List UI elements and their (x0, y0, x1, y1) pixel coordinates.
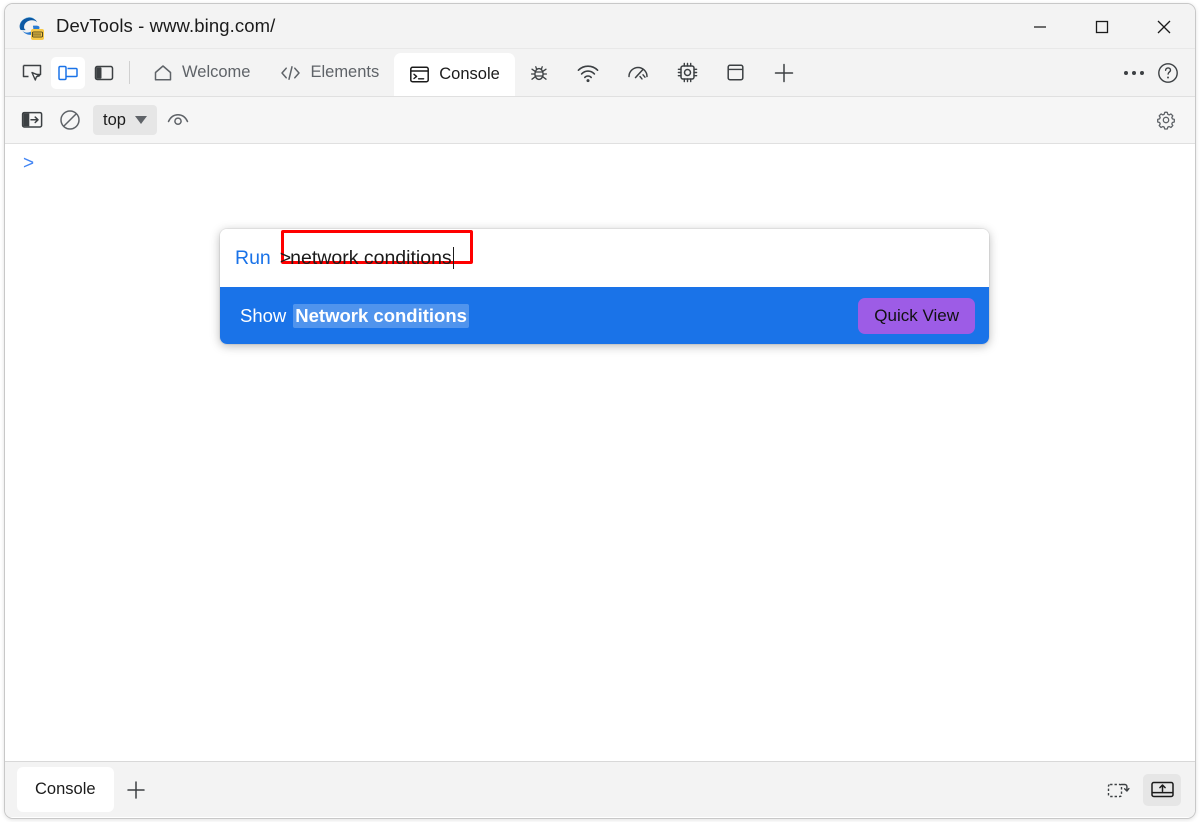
devtools-window-root: DevTools - www.bing.com/ Welcome Element… (0, 0, 1200, 822)
live-expression-button[interactable] (161, 104, 195, 136)
palette-run-label: Run (235, 246, 271, 269)
execution-context-select[interactable]: top (93, 105, 157, 135)
execution-context-value: top (103, 110, 126, 129)
console-prompt-chevron-icon: > (23, 153, 35, 174)
text-cursor (452, 247, 455, 269)
drawer-tab-console[interactable]: Console (17, 767, 114, 812)
palette-query-annotated[interactable]: network conditions (281, 229, 474, 270)
plus-icon (774, 63, 794, 82)
quick-view-button[interactable]: Quick View (858, 297, 975, 334)
bug-icon (530, 65, 547, 80)
help-icon (1158, 62, 1178, 83)
tab-application[interactable] (712, 49, 759, 96)
toolbar-divider (129, 61, 130, 84)
console-message-area[interactable]: > Run > network conditions Show Network … (5, 144, 1195, 761)
home-icon (154, 64, 172, 80)
console-sidebar-button[interactable] (15, 104, 49, 136)
tab-sources[interactable] (515, 49, 563, 96)
palette-input-row[interactable]: Run > network conditions (220, 229, 989, 287)
wifi-icon (577, 64, 599, 82)
application-panel-icon (727, 64, 744, 81)
tab-performance[interactable] (613, 49, 663, 96)
plus-icon (126, 780, 145, 799)
clear-console-icon (60, 110, 80, 130)
tab-console-label: Console (439, 65, 500, 83)
tab-network[interactable] (563, 49, 613, 96)
tabstrip-right-group (1100, 49, 1195, 96)
console-toolbar: top (5, 97, 1195, 144)
maximize-button[interactable] (1071, 4, 1133, 49)
devtools-window: DevTools - www.bing.com/ Welcome Element… (4, 3, 1196, 819)
tab-welcome[interactable]: Welcome (138, 49, 265, 96)
minimize-button[interactable] (1009, 4, 1071, 49)
palette-result-match: Network conditions (293, 303, 469, 328)
more-tools-button[interactable] (1117, 57, 1151, 89)
restore-drawer-button[interactable] (1099, 774, 1137, 806)
inspect-element-button[interactable] (15, 57, 49, 89)
dock-to-bottom-icon (1150, 781, 1174, 798)
palette-result-row[interactable]: Show Network conditions Quick View (220, 287, 989, 344)
device-emulation-button[interactable] (51, 56, 85, 89)
help-button[interactable] (1151, 57, 1185, 89)
tab-welcome-label: Welcome (182, 63, 251, 81)
tab-console[interactable]: Console (394, 53, 515, 96)
console-sidebar-icon (21, 111, 42, 128)
drawer-add-tab-button[interactable] (114, 762, 158, 817)
title-bar: DevTools - www.bing.com/ (5, 4, 1195, 49)
close-button[interactable] (1133, 4, 1195, 49)
live-expression-icon (167, 114, 189, 126)
palette-result-text: Show Network conditions (240, 303, 469, 328)
console-toolbar-right (1149, 104, 1195, 136)
panel-tabs: Welcome Elements Console (138, 49, 1100, 96)
devtools-wrench-badge-icon (31, 28, 44, 40)
inspect-element-icon (22, 64, 42, 81)
chevron-down-icon (134, 116, 147, 124)
drawer-right-controls (1099, 762, 1195, 817)
command-run-palette[interactable]: Run > network conditions Show Network co… (220, 229, 989, 344)
devtools-tab-strip: Welcome Elements Console (5, 49, 1195, 97)
drawer-tab-console-label: Console (35, 780, 96, 798)
window-controls (1009, 4, 1195, 49)
tab-memory[interactable] (663, 49, 712, 96)
palette-result-prefix: Show (240, 304, 287, 326)
code-brackets-icon (281, 65, 301, 80)
more-tools-icon (1124, 70, 1144, 75)
gear-icon (1157, 111, 1175, 130)
palette-query-input[interactable]: network conditions (281, 247, 452, 270)
tab-elements[interactable]: Elements (265, 49, 394, 96)
window-title: DevTools - www.bing.com/ (56, 15, 276, 36)
device-emulation-icon (58, 65, 78, 80)
console-prompt-row[interactable]: > (5, 144, 1195, 173)
tab-elements-label: Elements (310, 63, 380, 81)
sidebar-toggle-icon (94, 65, 114, 80)
wrench-glyph-icon (32, 31, 43, 37)
maximize-icon (1095, 20, 1109, 33)
console-icon (410, 66, 430, 83)
console-settings-button[interactable] (1149, 104, 1183, 136)
dock-to-bottom-button[interactable] (1143, 773, 1181, 806)
add-panel-button[interactable] (759, 49, 809, 96)
tool-buttons-group (5, 49, 121, 96)
gauge-icon (628, 66, 648, 80)
drawer-bar: Console (5, 761, 1195, 817)
close-icon (1157, 20, 1171, 33)
minimize-icon (1034, 25, 1046, 28)
restore-drawer-icon (1107, 783, 1130, 797)
edge-devtools-logo-icon (18, 14, 44, 40)
clear-console-button[interactable] (53, 104, 87, 136)
sidebar-toggle-button[interactable] (87, 57, 121, 89)
chip-icon (677, 62, 698, 83)
